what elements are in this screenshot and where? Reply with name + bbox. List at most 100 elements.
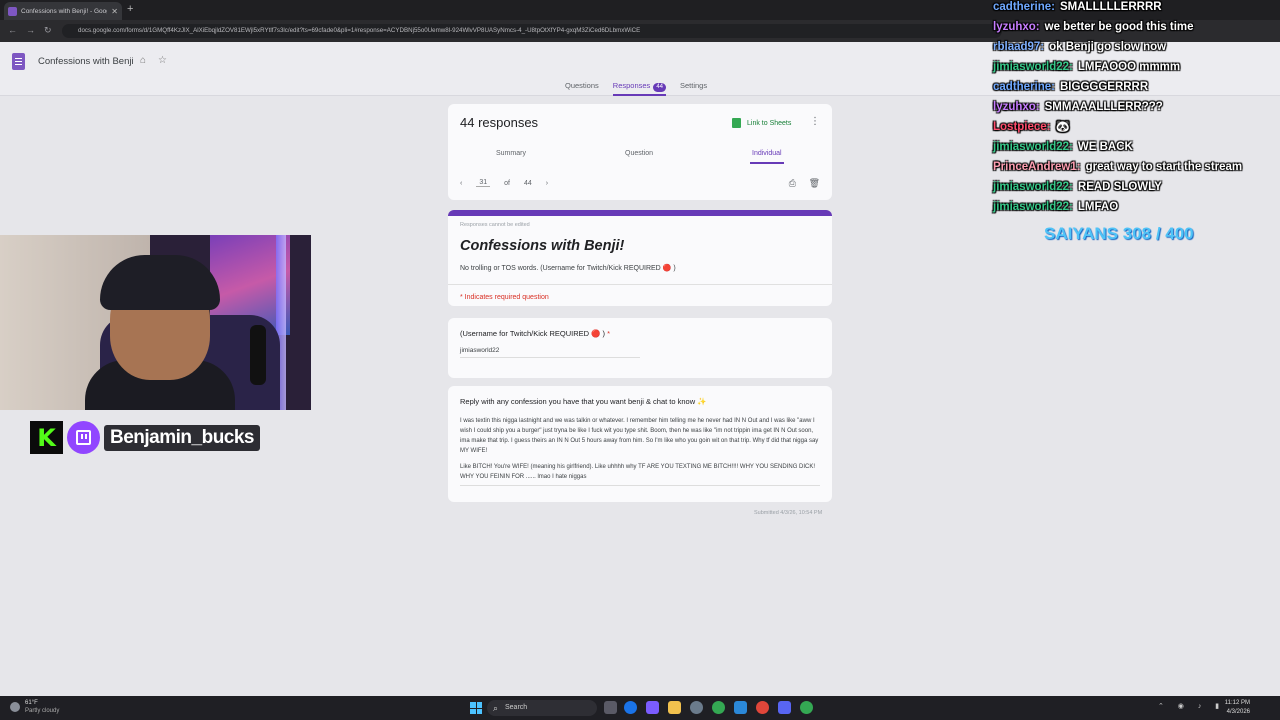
chat-username: jimiasworld22:: [993, 61, 1073, 73]
chat-text: SMMAAALLLERR???: [1044, 101, 1163, 113]
webcam-feed: [0, 235, 311, 410]
chat-text: BIGGGGERRRR: [1060, 81, 1149, 93]
tab-responses[interactable]: Responses 44: [612, 81, 667, 96]
chat-message: lyzuhxo: SMMAAALLLERR???: [993, 100, 1280, 120]
chrome-icon[interactable]: [712, 701, 725, 714]
divider: [448, 284, 832, 285]
link-to-sheets-button[interactable]: Link to Sheets: [732, 118, 791, 128]
document-title[interactable]: Confessions with Benji: [38, 56, 134, 67]
required-note: * Indicates required question: [460, 294, 549, 301]
total-responses: 44: [523, 179, 532, 187]
chat-username: PrinceAndrew1:: [993, 161, 1081, 173]
chat-username: cadtherine:: [993, 81, 1055, 93]
subtab-question[interactable]: Question: [625, 150, 653, 157]
chat-text: LMFAOOO mmmm: [1077, 61, 1181, 73]
chat-message: cadtherine: SMALLLLLERRRR: [993, 0, 1280, 20]
taskbar-search[interactable]: Search: [487, 700, 597, 716]
chat-message: PrinceAndrew1: great way to start the str…: [993, 160, 1280, 180]
reload-icon[interactable]: ↻: [44, 25, 52, 36]
back-icon[interactable]: ←: [8, 25, 17, 35]
chat-message: rblaad97: ok Benji go slow now: [993, 40, 1280, 60]
discord-icon[interactable]: [778, 701, 791, 714]
required-star: *: [607, 329, 611, 338]
vscode-icon[interactable]: [734, 701, 747, 714]
question-card-username: (Username for Twitch/Kick REQUIRED 🔴 ) *…: [448, 318, 832, 378]
form-description: No trolling or TOS words. (Username for …: [460, 265, 676, 272]
cannot-edit-note: Responses cannot be edited: [460, 222, 530, 228]
kick-logo-icon: K: [30, 421, 63, 454]
taskbar-clock[interactable]: 11:12 PM 4/3/2026: [1225, 699, 1250, 717]
windows-taskbar: 61°F Partly cloudy Search ⌃ ◉ ♪ ▮ 11:12 …: [0, 696, 1280, 720]
obs-icon[interactable]: [756, 701, 769, 714]
print-icon[interactable]: ⎙: [789, 178, 796, 189]
webcam-streamer-hat: [100, 255, 220, 310]
streamer-socials: K Benjamin_bucks: [30, 421, 260, 454]
weather-description[interactable]: Partly cloudy: [25, 708, 59, 714]
clock-time: 11:12 PM: [1224, 700, 1250, 706]
copilot-icon[interactable]: [646, 701, 659, 714]
forms-tabs: Questions Responses 44 Settings: [565, 81, 707, 96]
tab-questions[interactable]: Questions: [565, 81, 599, 92]
question-label: Reply with any confession you have that …: [460, 397, 707, 406]
file-explorer-icon[interactable]: [668, 701, 681, 714]
webcam-microphone: [250, 325, 266, 385]
next-response-icon[interactable]: ›: [546, 180, 548, 187]
tab-settings[interactable]: Settings: [680, 81, 707, 92]
question-label: (Username for Twitch/Kick REQUIRED 🔴 ) *: [460, 329, 610, 338]
form-title: Confessions with Benji!: [460, 238, 625, 254]
submitted-timestamp: Submitted 4/3/26, 10:54 PM: [754, 510, 823, 516]
task-view-icon[interactable]: [604, 701, 617, 714]
chat-text: WE BACK: [1077, 141, 1133, 153]
answer-value: jimiasworld22: [460, 347, 640, 358]
url-field[interactable]: docs.google.com/forms/d/1GMQff4KzJlX_AlX…: [62, 24, 1002, 38]
chat-message: cadtherine: BIGGGGERRRR: [993, 80, 1280, 100]
system-tray-icons[interactable]: ⌃ ◉ ♪ ▮: [1158, 702, 1225, 710]
question-card-confession: Reply with any confession you have that …: [448, 386, 832, 502]
responses-count-badge: 44: [653, 83, 666, 92]
delete-icon[interactable]: 🗑: [809, 178, 820, 189]
response-count: 44 responses: [460, 115, 539, 130]
question-label-text: (Username for Twitch/Kick REQUIRED 🔴 ): [460, 329, 606, 338]
more-options-icon[interactable]: ⋮: [810, 116, 820, 127]
close-tab-icon[interactable]: ✕: [111, 7, 118, 16]
response-pager: ‹ 31 of 44 ›: [460, 179, 548, 187]
chrome-profile-icon[interactable]: [800, 701, 813, 714]
streamer-name: Benjamin_bucks: [104, 424, 260, 451]
chat-text: great way to start the stream: [1085, 161, 1243, 173]
windows-start-icon[interactable]: [470, 702, 482, 714]
subtab-individual[interactable]: Individual: [750, 150, 784, 164]
current-response-number[interactable]: 31: [476, 179, 491, 187]
chat-message: jimiasworld22: LMFAOOO mmmm: [993, 60, 1280, 80]
chat-username: jimiasworld22:: [993, 181, 1073, 193]
chat-text: ok Benji go slow now: [1049, 41, 1167, 53]
weather-cloud-icon[interactable]: [10, 702, 20, 712]
subtab-summary[interactable]: Summary: [496, 150, 526, 157]
settings-icon[interactable]: [690, 701, 703, 714]
tab-title: Confessions with Benji! - Goog: [21, 7, 108, 15]
move-to-folder-icon[interactable]: ⌂: [140, 55, 146, 66]
link-to-sheets-label: Link to Sheets: [747, 119, 792, 127]
edge-icon[interactable]: [624, 701, 637, 714]
star-icon[interactable]: ☆: [158, 55, 167, 66]
chat-username: cadtherine:: [993, 1, 1055, 13]
chat-username: rblaad97:: [993, 41, 1045, 53]
tab-responses-label: Responses: [612, 81, 651, 90]
weather-temperature[interactable]: 61°F: [25, 700, 38, 706]
pager-of-label: of: [504, 179, 510, 187]
clock-date: 4/3/2026: [1226, 709, 1250, 715]
sub-goal: SAIYANS 308 / 400: [1044, 224, 1194, 243]
chat-message: jimiasworld22: LMFAO: [993, 200, 1280, 220]
chat-username: lyzuhxo:: [993, 101, 1040, 113]
answer-value: I was textin this nigga lastnight and we…: [460, 416, 820, 486]
browser-tab[interactable]: Confessions with Benji! - Goog ✕: [4, 2, 122, 20]
forward-icon[interactable]: →: [26, 25, 35, 35]
previous-response-icon[interactable]: ‹: [460, 180, 462, 187]
new-tab-button[interactable]: +: [127, 3, 133, 15]
form-title-card: Responses cannot be edited Confessions w…: [448, 210, 832, 306]
chat-username: lyzuhxo:: [993, 21, 1040, 33]
chat-message: Lostpiece: 🐼: [993, 120, 1280, 140]
google-forms-logo-icon[interactable]: [12, 53, 25, 70]
chat-message: jimiasworld22: READ SLOWLY: [993, 180, 1280, 200]
chat-text: SMALLLLLERRRR: [1060, 1, 1162, 13]
kick-logo-letter: K: [37, 423, 56, 452]
